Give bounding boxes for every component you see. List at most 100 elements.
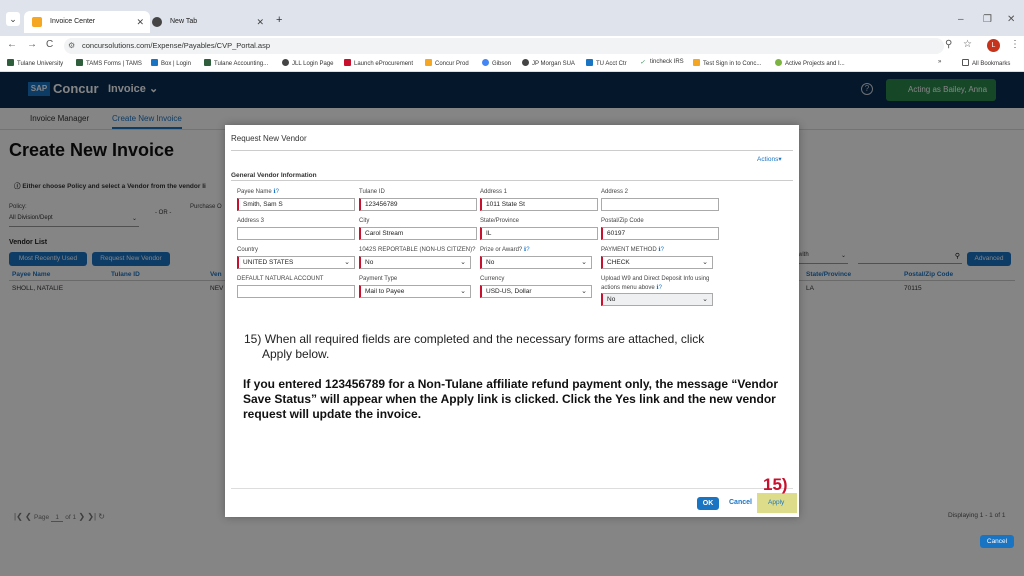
- bookmarks-bar: Tulane University TAMS Forms | TAMS Box …: [0, 56, 1024, 72]
- payment-type-select[interactable]: Mail to Payee ⌄: [359, 285, 471, 298]
- payment-method-label: PAYMENT METHOD ℹ?: [601, 247, 664, 253]
- launch-icon: [344, 59, 351, 66]
- tab-title: New Tab: [170, 18, 198, 25]
- chevron-down-icon: ⌄: [702, 296, 708, 303]
- reload-icon[interactable]: C: [46, 39, 53, 50]
- request-new-vendor-dialog: Request New Vendor Actions▾ General Vend…: [225, 125, 799, 517]
- address-bar: ← → C ⚙ concursolutions.com/Expense/Paya…: [0, 36, 1024, 56]
- address1-label: Address 1: [480, 189, 508, 195]
- globe-icon: [522, 59, 529, 66]
- shield-icon: [76, 59, 83, 66]
- help-icon[interactable]: ℹ?: [656, 285, 662, 291]
- postal-label: Postal/Zip Code: [601, 218, 644, 224]
- url-field[interactable]: ⚙ concursolutions.com/Expense/Payables/C…: [64, 38, 944, 54]
- bookmark-item[interactable]: Launch eProcurement: [344, 59, 413, 67]
- payee-name-field[interactable]: Smith, Sam S: [237, 198, 355, 211]
- dialog-title: Request New Vendor: [231, 134, 307, 143]
- bookmarks-overflow-icon[interactable]: »: [938, 59, 941, 65]
- site-info-icon[interactable]: ⚙: [68, 38, 75, 54]
- address3-field[interactable]: [237, 227, 355, 240]
- chevron-down-icon: ⌄: [460, 288, 466, 295]
- city-label: City: [359, 218, 370, 224]
- help-icon[interactable]: ℹ?: [658, 247, 664, 253]
- section-title: General Vendor Information: [231, 172, 317, 179]
- browser-menu-icon[interactable]: ⋮: [1010, 39, 1020, 50]
- currency-label: Currency: [480, 276, 505, 282]
- reportable-select[interactable]: No ⌄: [359, 256, 471, 269]
- bookmark-item[interactable]: Gibson: [482, 59, 511, 67]
- minimize-icon[interactable]: –: [958, 14, 964, 25]
- bookmark-item[interactable]: Box | Login: [151, 59, 191, 67]
- bookmark-item[interactable]: Concur Prod: [425, 59, 469, 67]
- ok-button[interactable]: OK: [697, 497, 719, 510]
- concur-icon: [425, 59, 432, 66]
- instruction-note: If you entered 123456789 for a Non-Tulan…: [243, 377, 779, 421]
- address3-label: Address 3: [237, 218, 265, 224]
- forward-arrow-icon[interactable]: →: [27, 39, 37, 50]
- bookmark-item[interactable]: TU Acct Ctr: [586, 59, 627, 67]
- browser-tab-bar: ⌄ Invoice Center ✕ New Tab ✕ + – ❐ ✕: [0, 0, 1024, 36]
- address1-field[interactable]: 1011 State St: [480, 198, 598, 211]
- state-label: State/Province: [480, 218, 520, 224]
- cancel-link[interactable]: Cancel: [729, 499, 752, 506]
- close-tab-icon[interactable]: ✕: [256, 11, 264, 33]
- leaf-icon: [775, 59, 782, 66]
- bookmark-item[interactable]: JLL Login Page: [282, 59, 333, 67]
- help-icon[interactable]: ℹ?: [273, 189, 279, 195]
- upload-w9-select[interactable]: No ⌄: [601, 293, 713, 306]
- divider: [231, 150, 793, 151]
- all-bookmarks[interactable]: All Bookmarks: [962, 59, 1010, 67]
- divider: [231, 488, 793, 489]
- chevron-down-icon: ⌄: [344, 259, 350, 266]
- tulane-id-field[interactable]: 123456789: [359, 198, 477, 211]
- currency-select[interactable]: USD-US, Dollar ⌄: [480, 285, 592, 298]
- close-tab-icon[interactable]: ✕: [136, 11, 144, 33]
- instruction-text: 15) When all required fields are complet…: [244, 332, 705, 361]
- actions-menu[interactable]: Actions▾: [757, 155, 782, 163]
- chevron-down-icon: ⌄: [581, 288, 587, 295]
- restore-icon[interactable]: ❐: [983, 14, 992, 25]
- postal-field[interactable]: 60197: [601, 227, 719, 240]
- cancel-button[interactable]: Cancel: [980, 535, 1014, 548]
- prize-label: Prize or Award? ℹ?: [480, 247, 530, 253]
- address2-label: Address 2: [601, 189, 629, 195]
- prize-select[interactable]: No ⌄: [480, 256, 592, 269]
- divider: [231, 180, 793, 181]
- bookmark-item[interactable]: Test Sign in to Conc...: [693, 59, 761, 67]
- address2-field[interactable]: [601, 198, 719, 211]
- close-window-icon[interactable]: ✕: [1007, 14, 1015, 25]
- default-account-label: DEFAULT NATURAL ACCOUNT: [237, 276, 324, 282]
- bookmark-item[interactable]: JP Morgan SUA: [522, 59, 575, 67]
- tab-invoice-center[interactable]: Invoice Center ✕: [24, 11, 150, 33]
- globe-icon: [282, 59, 289, 66]
- back-arrow-icon[interactable]: ←: [7, 39, 17, 50]
- bookmark-item[interactable]: Tulane University: [7, 59, 63, 67]
- city-field[interactable]: Carol Stream: [359, 227, 477, 240]
- payee-name-label: Payee Name ℹ?: [237, 189, 279, 195]
- help-icon[interactable]: ℹ?: [524, 247, 530, 253]
- bookmark-star-icon[interactable]: ☆: [963, 39, 972, 50]
- apply-link[interactable]: Apply: [768, 499, 784, 506]
- tab-title: Invoice Center: [50, 18, 96, 25]
- new-tab-plus-icon[interactable]: +: [276, 14, 282, 26]
- shield-icon: [7, 59, 14, 66]
- zoom-icon[interactable]: ⚲: [945, 39, 952, 50]
- bookmark-item[interactable]: TAMS Forms | TAMS: [76, 59, 142, 67]
- chrome-favicon-icon: [152, 17, 162, 27]
- caret-down-icon: ▾: [778, 156, 782, 163]
- bookmark-item[interactable]: Tulane Accounting...: [204, 59, 268, 67]
- shield-icon: [204, 59, 211, 66]
- tulane-id-label: Tulane ID: [359, 189, 385, 195]
- profile-avatar[interactable]: L: [987, 39, 1000, 52]
- bookmark-item[interactable]: Active Projects and I...: [775, 59, 845, 67]
- state-field[interactable]: IL: [480, 227, 598, 240]
- bookmark-item[interactable]: ✓ tincheck IRS: [640, 59, 684, 66]
- tab-search-icon[interactable]: ⌄: [6, 12, 20, 26]
- country-select[interactable]: UNITED STATES ⌄: [237, 256, 355, 269]
- grid-icon: [586, 59, 593, 66]
- reportable-label: 1042S REPORTABLE (NON-US CITIZEN)?: [359, 247, 476, 253]
- url-text: concursolutions.com/Expense/Payables/CVP…: [82, 41, 271, 50]
- default-account-field[interactable]: [237, 285, 355, 298]
- tab-new-tab[interactable]: New Tab ✕: [144, 11, 270, 33]
- payment-method-select[interactable]: CHECK ⌄: [601, 256, 713, 269]
